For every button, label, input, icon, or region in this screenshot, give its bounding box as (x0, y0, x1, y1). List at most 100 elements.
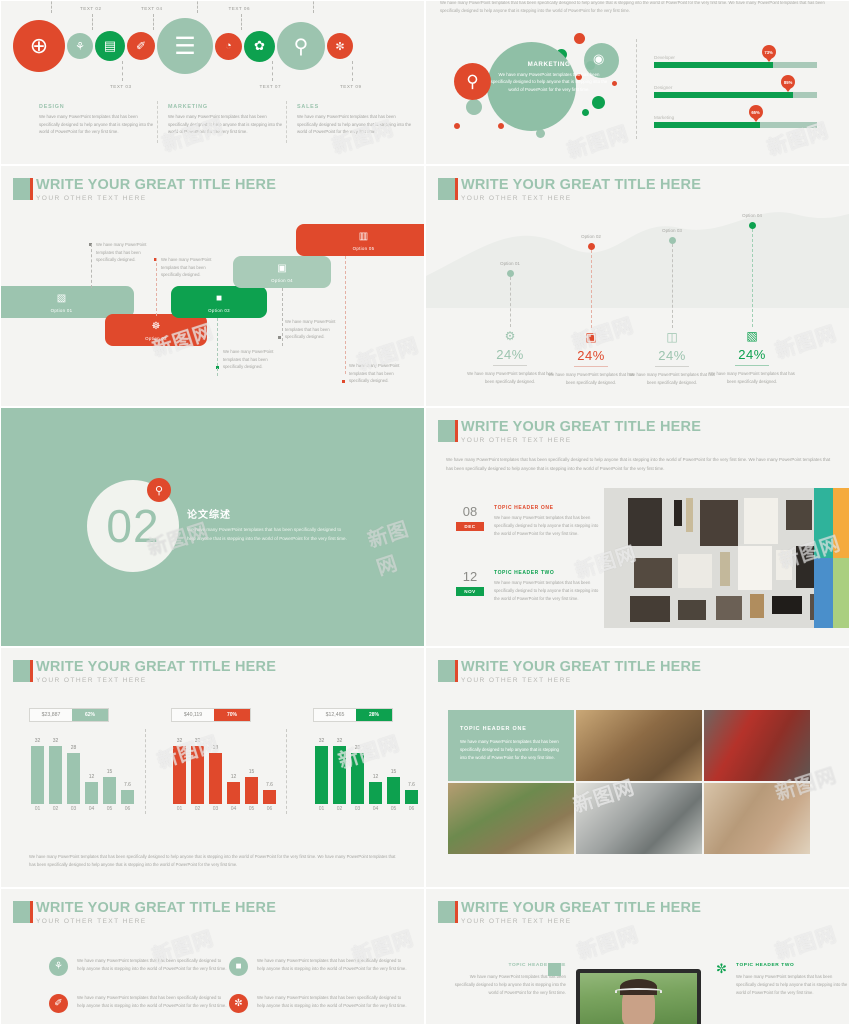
book-icon[interactable]: ▤ (95, 31, 125, 61)
mockup-object (678, 554, 712, 588)
kpi-percent: 70% (214, 709, 250, 721)
x-tick-label: 05 (390, 806, 397, 812)
right-topic[interactable]: TOPIC HEADER TWO We have many PowerPoint… (736, 963, 849, 996)
header-accent-bar (13, 901, 33, 923)
topic-header: TOPIC HEADER TWO (736, 963, 795, 968)
topic-header: TOPIC HEADER ONE (494, 505, 554, 511)
bar-value: 12 (230, 774, 237, 780)
option-body: We have many PowerPoint templates that h… (709, 371, 795, 384)
bar-column: 28 (67, 745, 80, 804)
slide-thumbnail-1[interactable]: ⊕ ⚘ ▤ ✐ ☰ ◔ ✿ ⚲ ✼ TEXT 02 TEXT 04 TEXT 06 TEXT 03 TE… (0, 0, 425, 165)
column-heading: MARKETING (168, 104, 208, 110)
server-icon[interactable]: ☰ (157, 18, 213, 74)
bar-value-pin: 73% (761, 45, 776, 62)
section-text: 论文综述 We have many PowerPoint templates t… (187, 506, 347, 544)
date-entry-2[interactable]: 12 NOV TOPIC HEADER TWO We have many Pow… (456, 569, 600, 602)
globe-icon[interactable]: ⊕ (13, 20, 65, 72)
header-accent-bar (13, 660, 33, 682)
kpi-box[interactable]: $12,465 28% (313, 708, 393, 722)
page-subtitle: YOUR OTHER TEXT HERE (461, 676, 572, 684)
photo-red-backpack[interactable] (704, 710, 810, 781)
option-tag: Option 04 (742, 213, 762, 218)
bar-column: 28 (351, 745, 364, 804)
feature-item-4[interactable]: ✼ We have many PowerPoint templates that… (229, 994, 409, 1013)
slide-thumbnail-2[interactable]: We have many PowerPoint templates that h… (425, 0, 850, 165)
column-body: We have many PowerPoint templates that h… (168, 114, 283, 135)
step-block-5[interactable]: ▥ Option 05 (296, 224, 424, 256)
slide-thumbnail-3[interactable]: WRITE YOUR GREAT TITLE HERE YOUR OTHER T… (0, 165, 425, 407)
slide-thumbnail-7[interactable]: WRITE YOUR GREAT TITLE HERE YOUR OTHER T… (0, 647, 425, 888)
bar-value: 32 (34, 738, 41, 744)
decorative-bubble (498, 123, 504, 129)
date-month: NOV (456, 587, 484, 597)
feature-body: We have many PowerPoint templates that h… (257, 995, 407, 1008)
slide-thumbnail-9[interactable]: WRITE YOUR GREAT TITLE HERE YOUR OTHER T… (0, 888, 425, 1025)
slide-header: WRITE YOUR GREAT TITLE HERE YOUR OTHER T… (438, 420, 701, 444)
option-rule (574, 366, 608, 367)
x-tick-label: 01 (318, 806, 325, 812)
mockup-object (686, 498, 693, 532)
kpi-box[interactable]: $23,887 62% (29, 708, 109, 722)
paintbrush-icon[interactable]: ✐ (127, 32, 155, 60)
photo-keyboard-flatlay[interactable] (704, 783, 810, 854)
kpi-box[interactable]: $40,119 70% (171, 708, 251, 722)
feature-item-1[interactable]: ⚘ We have many PowerPoint templates that… (49, 957, 229, 976)
intro-paragraph: We have many PowerPoint templates that h… (440, 0, 825, 13)
bar-column: 28 (209, 745, 222, 804)
bar-rect (67, 753, 80, 804)
page-subtitle: YOUR OTHER TEXT HERE (461, 917, 572, 925)
decorative-bubble (454, 123, 460, 129)
slide-thumbnail-4[interactable]: WRITE YOUR GREAT TITLE HERE YOUR OTHER T… (425, 165, 850, 407)
microscope-icon[interactable]: ⚲ (277, 22, 325, 70)
satellite-dish-icon[interactable]: ⚘ (67, 33, 93, 59)
note-text: We have many PowerPoint templates that h… (285, 319, 336, 340)
step-note-4: We have many PowerPoint templates that h… (278, 318, 347, 341)
page-subtitle: YOUR OTHER TEXT HERE (36, 194, 147, 202)
earth-icon[interactable]: ◔ (215, 32, 242, 60)
slide-thumbnail-6[interactable]: WRITE YOUR GREAT TITLE HERE YOUR OTHER T… (425, 407, 850, 647)
bar-column: 32 (173, 738, 186, 804)
date-content: TOPIC HEADER ONE We have many PowerPoint… (494, 505, 600, 537)
bar-column: 15 (387, 769, 400, 804)
photo-woman-headphones (580, 973, 697, 1024)
decorative-bubble (466, 99, 482, 115)
windmill-icon: ✼ (229, 994, 248, 1013)
photo-workbench[interactable] (448, 783, 574, 854)
bar-fill (654, 122, 760, 128)
lead-paragraph: We have many PowerPoint templates that h… (446, 457, 831, 471)
step-block-2[interactable]: ☸ Option 02 (105, 314, 207, 346)
kpi-amount: $12,465 (325, 712, 345, 718)
laptop-mockup (576, 969, 701, 1024)
microscope-icon: ⚲ (147, 478, 171, 502)
bar-rect (263, 790, 276, 804)
slide-thumbnail-5[interactable]: 02 ⚲ 论文综述 We have many PowerPoint templa… (0, 407, 425, 647)
film-reel-icon: ☸ (151, 321, 161, 332)
date-day: 08 (462, 504, 478, 519)
kpi-percent: 28% (356, 709, 392, 721)
slide-thumbnail-10[interactable]: WRITE YOUR GREAT TITLE HERE YOUR OTHER T… (425, 888, 850, 1025)
slide-thumbnail-8[interactable]: WRITE YOUR GREAT TITLE HERE YOUR OTHER T… (425, 647, 850, 888)
bar-fill (654, 62, 773, 68)
option-item-4[interactable]: Option 04 ▧ 24% We have many PowerPoint … (704, 213, 800, 385)
windmill-icon[interactable]: ✼ (327, 33, 353, 59)
photo-speaker-desk[interactable] (576, 783, 702, 854)
bar-rect (85, 782, 98, 804)
flower-icon[interactable]: ✿ (244, 30, 275, 62)
feature-item-3[interactable]: ✐ We have many PowerPoint templates that… (49, 994, 229, 1013)
connector-line (313, 1, 314, 13)
date-entry-1[interactable]: 08 DEC TOPIC HEADER ONE We have many Pow… (456, 504, 600, 537)
x-tick-label: 06 (408, 806, 415, 812)
mockup-object (776, 550, 792, 580)
kpi-percent: 62% (72, 709, 108, 721)
color-strip-teal (814, 488, 833, 558)
header-accent-bar (438, 901, 458, 923)
step-block-4[interactable]: ▣ Option 04 (233, 256, 331, 288)
photo-desk-letters[interactable] (576, 710, 702, 781)
bar-value: 32 (194, 738, 201, 744)
column-body: We have many PowerPoint templates that h… (297, 114, 412, 135)
step-block-3[interactable]: ■ Option 03 (171, 286, 267, 318)
bar-value: 32 (336, 738, 343, 744)
bar-value: 15 (390, 769, 397, 775)
date-content: TOPIC HEADER TWO We have many PowerPoint… (494, 570, 600, 602)
feature-item-2[interactable]: ■ We have many PowerPoint templates that… (229, 957, 409, 976)
